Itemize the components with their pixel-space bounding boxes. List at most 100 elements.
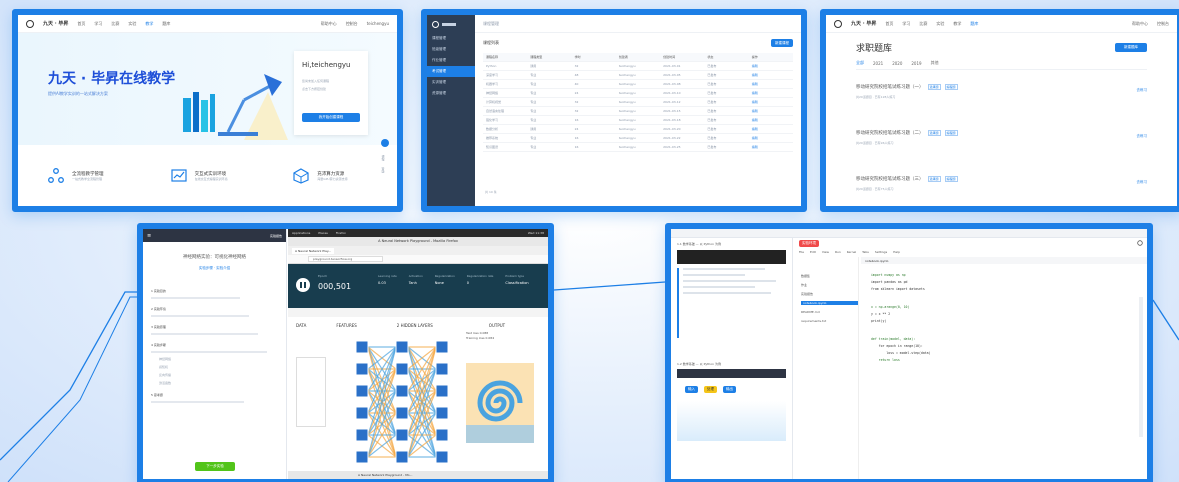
code-line[interactable]: return loss [871, 358, 1137, 362]
sidebar-item[interactable]: 作业管理 [427, 55, 475, 66]
table-row[interactable]: 数据分析 通用 24 teichengyu 2021-03-20 已发布 编辑 [483, 125, 793, 134]
sidebar-item[interactable]: 实训管理 [427, 77, 475, 88]
param-select[interactable]: Regularization rate 0 [467, 274, 494, 285]
edit-link[interactable]: 编辑 [749, 100, 793, 104]
file-item[interactable]: README.md [801, 310, 858, 314]
pagination[interactable]: 共 10 条 [485, 190, 497, 194]
neuron-node[interactable] [395, 384, 409, 398]
menu-places[interactable]: Places [318, 231, 328, 235]
table-row[interactable]: 强化学习 专业 16 teichengyu 2021-03-18 已发布 编辑 [483, 116, 793, 125]
table-row[interactable]: 深度学习 专业 48 teichengyu 2021-03-05 已发布 编辑 [483, 71, 793, 80]
neuron-node[interactable] [395, 450, 409, 464]
practice-link[interactable]: 去练习 [1137, 88, 1148, 93]
code-line[interactable]: import numpy as np [871, 273, 1137, 277]
code-line[interactable]: def train(model, data): [871, 337, 1137, 341]
question-set-item[interactable]: 移动研究院校招笔试练习题（二） 选择题 编程题 共20道题目 · 已有96人练习 去练习 [856, 116, 1147, 162]
neuron-node[interactable] [355, 428, 369, 442]
neuron-node[interactable] [355, 450, 369, 464]
table-row[interactable]: Python 通用 32 teichengyu 2021-03-01 已发布 编辑 [483, 62, 793, 71]
menu-item[interactable]: Settings [875, 250, 887, 254]
nav-item[interactable]: 学习 [94, 21, 102, 27]
menu-firefox[interactable]: Firefox [336, 231, 346, 235]
power-icon[interactable] [1137, 240, 1143, 246]
neuron-node[interactable] [355, 340, 369, 354]
menu-item[interactable]: Edit [810, 250, 816, 254]
menu-item[interactable]: File [799, 250, 804, 254]
file-item[interactable]: notebook.ipynb [801, 301, 858, 305]
code-line[interactable]: for epoch in range(10): [871, 344, 1137, 348]
file-item[interactable]: requirements.txt [801, 319, 858, 323]
console-link[interactable]: 控制台 [1157, 21, 1169, 27]
edit-link[interactable]: 编辑 [749, 136, 793, 140]
nav-item[interactable]: 实验 [128, 21, 136, 27]
play-button[interactable] [296, 278, 310, 292]
sidebar-item[interactable]: 资源管理 [427, 88, 475, 99]
next-step-button[interactable]: 下一步实验 [195, 462, 235, 471]
tab[interactable]: 2019 [911, 61, 921, 66]
browser-tab[interactable]: A Neural Network Play... [292, 247, 335, 254]
code-line[interactable]: print(y) [871, 319, 1137, 323]
menu-item[interactable]: View [822, 250, 829, 254]
nav-item[interactable]: 首页 [885, 21, 893, 27]
tab[interactable]: 其他 [931, 60, 939, 66]
edit-link[interactable]: 编辑 [749, 109, 793, 113]
param-select[interactable]: Learning rate 0.03 [378, 274, 397, 285]
practice-link[interactable]: 去练习 [1137, 134, 1148, 139]
username[interactable]: teichengyu [367, 21, 389, 26]
data-selector[interactable] [296, 357, 326, 427]
sidebar-item[interactable]: 课程管理 [427, 33, 475, 44]
side-label[interactable]: 答疑 [381, 167, 385, 173]
editor-tab[interactable]: notebook.ipynb [861, 259, 888, 263]
code-line[interactable]: y = x ** 2 [871, 312, 1137, 316]
menu-item[interactable]: Run [835, 250, 841, 254]
param-select[interactable]: Regularization None [435, 274, 455, 285]
report-button[interactable]: 实验报告 [270, 234, 282, 238]
sidebar-item-active[interactable]: 考试管理 [427, 66, 475, 77]
scrollbar[interactable] [1139, 297, 1143, 437]
nav-item[interactable]: 学习 [902, 21, 910, 27]
neuron-node[interactable] [355, 384, 369, 398]
neuron-node[interactable] [395, 406, 409, 420]
neuron-node[interactable] [435, 428, 449, 442]
nav-item[interactable]: 教学 [953, 21, 961, 27]
side-label[interactable]: 课程 [381, 155, 385, 161]
neuron-node[interactable] [355, 362, 369, 376]
edit-link[interactable]: 编辑 [749, 64, 793, 68]
create-course-button[interactable]: 我开始创建课程 [302, 113, 360, 122]
table-row[interactable]: 计算机视觉 专业 32 teichengyu 2021-03-12 已发布 编辑 [483, 98, 793, 107]
edit-link[interactable]: 编辑 [749, 127, 793, 131]
neuron-node[interactable] [395, 362, 409, 376]
question-set-item[interactable]: 移动研究院校招笔试练习题（三） 选择题 编程题 共20道题目 · 已有75人练习 去练习 [856, 162, 1147, 206]
menu-icon[interactable]: ≡ [147, 233, 151, 239]
code-line[interactable]: x = np.arange(0, 10) [871, 305, 1137, 309]
nav-item[interactable]: 比赛 [919, 21, 927, 27]
neuron-node[interactable] [435, 450, 449, 464]
sidebar-item[interactable]: 班级管理 [427, 44, 475, 55]
tab[interactable]: 2020 [892, 61, 902, 66]
console-link[interactable]: 控制台 [346, 21, 358, 27]
tab[interactable]: 2021 [873, 61, 883, 66]
question-set-item[interactable]: 移动研究院校招笔试练习题（一） 选择题 编程题 共20道题目 · 已有128人练习 去练… [856, 70, 1147, 116]
help-link[interactable]: 帮助中心 [1132, 21, 1148, 27]
table-row[interactable]: 机器学习 专业 40 teichengyu 2021-03-08 已发布 编辑 [483, 80, 793, 89]
menu-item[interactable]: Help [893, 250, 900, 254]
nav-item[interactable]: 比赛 [111, 21, 119, 27]
param-select[interactable]: Activation Tanh [409, 274, 423, 285]
edit-link[interactable]: 编辑 [749, 82, 793, 86]
taskbar-item[interactable]: A Neural Network Playground - Mo... [358, 473, 412, 477]
edit-link[interactable]: 编辑 [749, 73, 793, 77]
table-row[interactable]: 神经网络 专业 24 teichengyu 2021-03-10 已发布 编辑 [483, 89, 793, 98]
menu-item[interactable]: Tabs [862, 250, 869, 254]
menu-applications[interactable]: Applications [292, 231, 310, 235]
chat-icon[interactable] [381, 139, 389, 147]
param-select[interactable]: Problem type Classification [505, 274, 528, 285]
table-row[interactable]: 知识图谱 专业 16 teichengyu 2021-03-25 已发布 编辑 [483, 143, 793, 152]
neuron-node[interactable] [435, 340, 449, 354]
neuron-node[interactable] [395, 428, 409, 442]
neuron-node[interactable] [435, 384, 449, 398]
edit-link[interactable]: 编辑 [749, 91, 793, 95]
table-row[interactable]: 自然语言处理 专业 32 teichengyu 2021-03-15 已发布 编辑 [483, 107, 793, 116]
nav-item-active[interactable]: 题库 [970, 21, 978, 27]
edit-link[interactable]: 编辑 [749, 145, 793, 149]
nav-item[interactable]: 实验 [936, 21, 944, 27]
